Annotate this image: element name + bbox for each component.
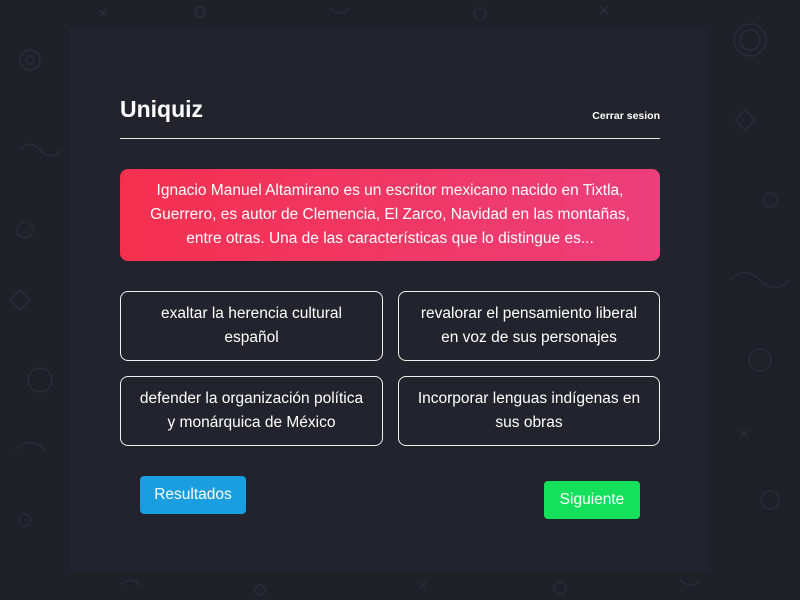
answer-option-label: revalorar el pensamiento liberal en voz … — [420, 305, 638, 346]
results-button[interactable]: Resultados — [140, 476, 246, 514]
app-title: Uniquiz — [120, 96, 204, 122]
quiz-card: Uniquiz Cerrar sesion Ignacio Manuel Alt… — [70, 30, 710, 572]
logout-link[interactable]: Cerrar sesion — [592, 110, 660, 122]
answer-option-3[interactable]: defender la organización política y moná… — [120, 376, 383, 446]
next-button[interactable]: Siguiente — [544, 481, 640, 519]
question-text: Ignacio Manuel Altamirano es un escritor… — [150, 182, 630, 247]
answer-option-2[interactable]: revalorar el pensamiento liberal en voz … — [398, 291, 660, 361]
answer-option-4[interactable]: Incorporar lenguas indígenas en sus obra… — [398, 376, 660, 446]
answer-option-label: exaltar la herencia cultural español — [161, 305, 342, 346]
answer-option-label: Incorporar lenguas indígenas en sus obra… — [417, 390, 641, 431]
question-box: Ignacio Manuel Altamirano es un escritor… — [120, 169, 660, 261]
answer-option-1[interactable]: exaltar la herencia cultural español — [120, 291, 383, 361]
answer-option-label: defender la organización política y moná… — [139, 390, 364, 431]
quiz-header: Uniquiz Cerrar sesion — [120, 94, 660, 139]
